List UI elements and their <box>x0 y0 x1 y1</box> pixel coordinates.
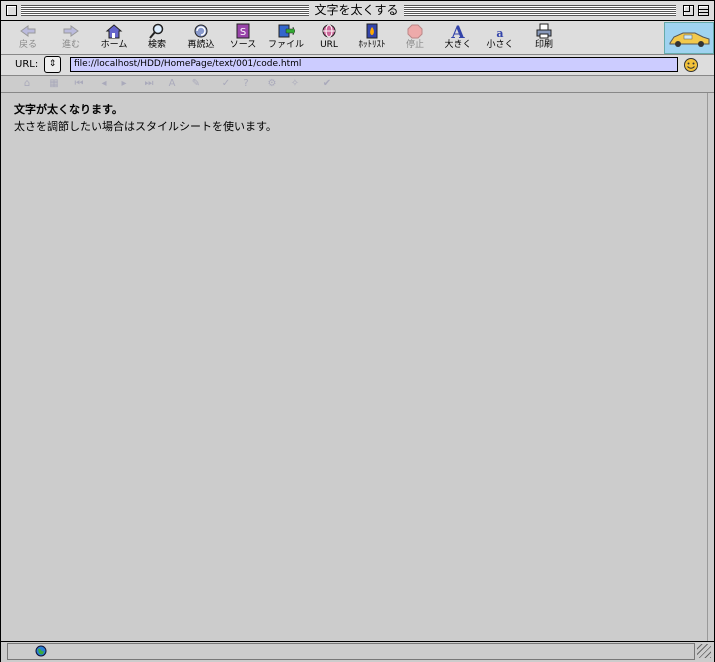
url-button-label: URL <box>320 40 338 50</box>
text-smaller-icon: a <box>496 27 503 39</box>
settings-icon[interactable]: ⚙ <box>265 78 279 90</box>
home-button[interactable]: ホーム <box>92 23 136 53</box>
url-input[interactable] <box>70 57 678 72</box>
car-logo-icon <box>669 32 710 47</box>
svg-text:A: A <box>450 23 465 39</box>
text-smaller-button-label: 小さく <box>486 40 514 50</box>
body-paragraph: 太さを調節したい場合はスタイルシートを使います。 <box>14 120 277 133</box>
back-button[interactable]: 戻る <box>6 23 50 53</box>
text-larger-button-label: 大きく <box>444 40 472 50</box>
home-icon <box>105 24 123 39</box>
bold-heading-text: 文字が太くなります。 <box>14 103 123 116</box>
title-stripes-right <box>404 5 676 16</box>
status-bar <box>1 641 714 662</box>
stop-icon <box>407 24 423 39</box>
svg-text:S: S <box>240 27 246 38</box>
back-arrow-icon <box>20 25 36 37</box>
text-smaller-button[interactable]: a 小さく <box>478 23 522 53</box>
stop-button-label: 停止 <box>405 40 424 50</box>
content-right-edge <box>707 93 708 641</box>
print-button[interactable]: 印刷 <box>522 23 566 53</box>
stop-button[interactable]: 停止 <box>393 23 437 53</box>
first-page-icon[interactable]: ⏮ <box>72 78 86 90</box>
close-box-button[interactable] <box>6 5 17 16</box>
collapse-box-button[interactable] <box>698 5 709 16</box>
check-icon[interactable]: ✓ <box>219 78 233 90</box>
navigation-toolbar: 戻る 進む ホーム 検索 再読込 S ソース ファイル URL ﾎｯﾄﾘｽﾄ 停… <box>1 21 714 55</box>
previous-page-icon[interactable]: ◂ <box>97 78 111 90</box>
next-page-icon[interactable]: ▸ <box>117 78 131 90</box>
forward-button-label: 進む <box>61 40 80 50</box>
help-icon[interactable]: ? <box>239 78 253 90</box>
title-bar[interactable]: 文字を太くする <box>1 1 714 21</box>
url-history-popup[interactable]: ⇕ <box>44 56 61 73</box>
reload-button-label: 再読込 <box>187 40 215 50</box>
forward-arrow-icon <box>63 25 79 37</box>
font-icon[interactable]: A <box>165 78 179 90</box>
house-small-icon[interactable]: ⌂ <box>20 78 34 90</box>
print-button-label: 印刷 <box>534 40 553 50</box>
browser-logo <box>664 22 714 54</box>
last-page-icon[interactable]: ⏭ <box>142 78 156 90</box>
back-button-label: 戻る <box>18 40 37 50</box>
checkmark-icon[interactable]: ✔ <box>320 78 334 90</box>
hotlist-button[interactable]: ﾎｯﾄﾘｽﾄ <box>350 23 394 53</box>
reload-icon <box>194 24 208 38</box>
hotlist-icon <box>366 23 378 39</box>
home-button-label: ホーム <box>100 40 128 50</box>
url-button[interactable]: URL <box>307 23 351 53</box>
search-icon <box>149 23 164 39</box>
svg-text:a: a <box>496 27 503 39</box>
print-icon <box>536 23 552 39</box>
file-button-label: ファイル <box>267 40 304 50</box>
search-button[interactable]: 検索 <box>135 23 179 53</box>
file-icon <box>278 24 295 38</box>
source-button-label: ソース <box>229 40 257 50</box>
source-button[interactable]: S ソース <box>221 23 265 53</box>
reload-button[interactable]: 再読込 <box>179 23 223 53</box>
tool-icon[interactable]: ✧ <box>288 78 302 90</box>
url-globe-icon <box>322 24 336 38</box>
grid-icon[interactable]: ▦ <box>47 78 61 90</box>
globe-icon <box>35 645 47 657</box>
edit-icon[interactable]: ✎ <box>189 78 203 90</box>
page-content: 文字が太くなります。 太さを調節したい場合はスタイルシートを使います。 <box>1 93 707 640</box>
zoom-box-button[interactable] <box>683 5 694 16</box>
hotlist-button-label: ﾎｯﾄﾘｽﾄ <box>358 40 386 50</box>
url-label: URL: <box>15 59 39 70</box>
forward-button[interactable]: 進む <box>49 23 93 53</box>
title-stripes-left <box>21 5 309 16</box>
status-field <box>7 643 695 660</box>
search-button-label: 検索 <box>147 40 166 50</box>
text-larger-button[interactable]: A 大きく <box>436 23 480 53</box>
secondary-toolbar: ⌂ ▦ ⏮ ◂ ▸ ⏭ A ✎ ✓ ? ⚙ ✧ ✔ <box>1 76 714 93</box>
file-button[interactable]: ファイル <box>264 23 308 53</box>
smiley-icon[interactable] <box>683 57 699 73</box>
browser-window: 文字を太くする 戻る 進む ホーム 検索 再読込 S ソース ファイル URL … <box>0 0 715 662</box>
text-larger-icon: A <box>450 23 465 39</box>
resize-handle[interactable] <box>697 644 711 658</box>
url-bar: URL: ⇕ <box>1 55 714 76</box>
window-title: 文字を太くする <box>314 3 399 17</box>
source-icon: S <box>236 23 250 39</box>
